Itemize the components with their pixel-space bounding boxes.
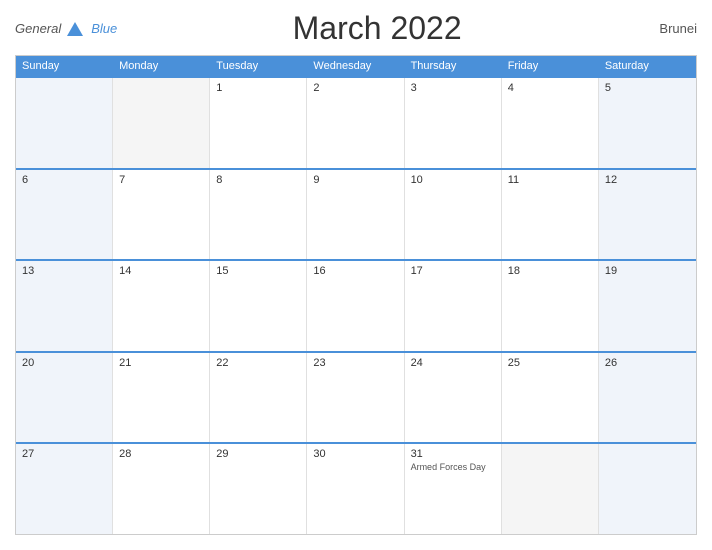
day-cell: 1: [210, 78, 307, 168]
day-cell: [16, 78, 113, 168]
day-number: 18: [508, 265, 520, 277]
day-cell: 8: [210, 170, 307, 260]
day-number: 30: [313, 448, 325, 460]
week-row-2: 13 14 15 16 17 18 19: [16, 259, 696, 351]
day-number: 1: [216, 82, 222, 94]
calendar-grid: SundayMondayTuesdayWednesdayThursdayFrid…: [15, 55, 697, 535]
country-label: Brunei: [637, 21, 697, 36]
day-cell: 3: [405, 78, 502, 168]
week-row-1: 6 7 8 9 10 11 12: [16, 168, 696, 260]
day-cell: 31 Armed Forces Day: [405, 444, 502, 534]
day-header-tuesday: Tuesday: [210, 56, 307, 76]
day-number: 29: [216, 448, 228, 460]
day-number: 31: [411, 448, 423, 460]
week-row-3: 20 21 22 23 24 25 26: [16, 351, 696, 443]
day-cell: 19: [599, 261, 696, 351]
day-number: 5: [605, 82, 611, 94]
calendar-container: General Blue March 2022 Brunei SundayMon…: [0, 0, 712, 550]
week-row-4: 27 28 29 30 31 Armed Forces Day: [16, 442, 696, 534]
day-number: 24: [411, 357, 423, 369]
day-cell: 4: [502, 78, 599, 168]
day-number: 23: [313, 357, 325, 369]
logo-triangle-icon: [67, 22, 83, 36]
day-cell: 21: [113, 353, 210, 443]
day-number: 8: [216, 174, 222, 186]
day-cell: 27: [16, 444, 113, 534]
logo-general: General: [15, 21, 61, 36]
day-number: 14: [119, 265, 131, 277]
day-cell: 15: [210, 261, 307, 351]
day-cell: 14: [113, 261, 210, 351]
day-number: 6: [22, 174, 28, 186]
day-header-wednesday: Wednesday: [307, 56, 404, 76]
day-cell: 22: [210, 353, 307, 443]
day-cell: [113, 78, 210, 168]
day-cell: 6: [16, 170, 113, 260]
day-number: 16: [313, 265, 325, 277]
day-cell: 16: [307, 261, 404, 351]
day-cell: 18: [502, 261, 599, 351]
day-number: 21: [119, 357, 131, 369]
day-number: 13: [22, 265, 34, 277]
day-number: 17: [411, 265, 423, 277]
day-number: 19: [605, 265, 617, 277]
day-cell: [502, 444, 599, 534]
day-number: 27: [22, 448, 34, 460]
day-header-sunday: Sunday: [16, 56, 113, 76]
day-number: 28: [119, 448, 131, 460]
logo-blue: Blue: [91, 21, 117, 36]
logo: General Blue: [15, 20, 117, 38]
day-cell: 13: [16, 261, 113, 351]
calendar-header: General Blue March 2022 Brunei: [15, 10, 697, 47]
day-cell: 10: [405, 170, 502, 260]
day-cell: 24: [405, 353, 502, 443]
day-number: 3: [411, 82, 417, 94]
day-cell: 7: [113, 170, 210, 260]
day-cell: 29: [210, 444, 307, 534]
day-number: 26: [605, 357, 617, 369]
day-number: 25: [508, 357, 520, 369]
month-title: March 2022: [117, 10, 637, 47]
day-number: 11: [508, 174, 519, 186]
week-row-0: 1 2 3 4 5: [16, 76, 696, 168]
day-number: 12: [605, 174, 617, 186]
day-cell: 17: [405, 261, 502, 351]
day-number: 2: [313, 82, 319, 94]
day-cell: 30: [307, 444, 404, 534]
event-label: Armed Forces Day: [411, 462, 495, 473]
day-cell: 5: [599, 78, 696, 168]
day-number: 10: [411, 174, 423, 186]
day-number: 9: [313, 174, 319, 186]
day-cell: 9: [307, 170, 404, 260]
day-header-friday: Friday: [502, 56, 599, 76]
weeks-container: 1234567891011121314151617181920212223242…: [16, 76, 696, 534]
day-number: 22: [216, 357, 228, 369]
day-headers-row: SundayMondayTuesdayWednesdayThursdayFrid…: [16, 56, 696, 76]
day-number: 20: [22, 357, 34, 369]
day-cell: 20: [16, 353, 113, 443]
day-cell: 11: [502, 170, 599, 260]
day-cell: [599, 444, 696, 534]
day-number: 4: [508, 82, 514, 94]
day-header-saturday: Saturday: [599, 56, 696, 76]
day-cell: 2: [307, 78, 404, 168]
day-header-monday: Monday: [113, 56, 210, 76]
day-header-thursday: Thursday: [405, 56, 502, 76]
day-number: 15: [216, 265, 228, 277]
day-cell: 12: [599, 170, 696, 260]
day-cell: 25: [502, 353, 599, 443]
day-cell: 28: [113, 444, 210, 534]
day-cell: 26: [599, 353, 696, 443]
day-cell: 23: [307, 353, 404, 443]
day-number: 7: [119, 174, 125, 186]
